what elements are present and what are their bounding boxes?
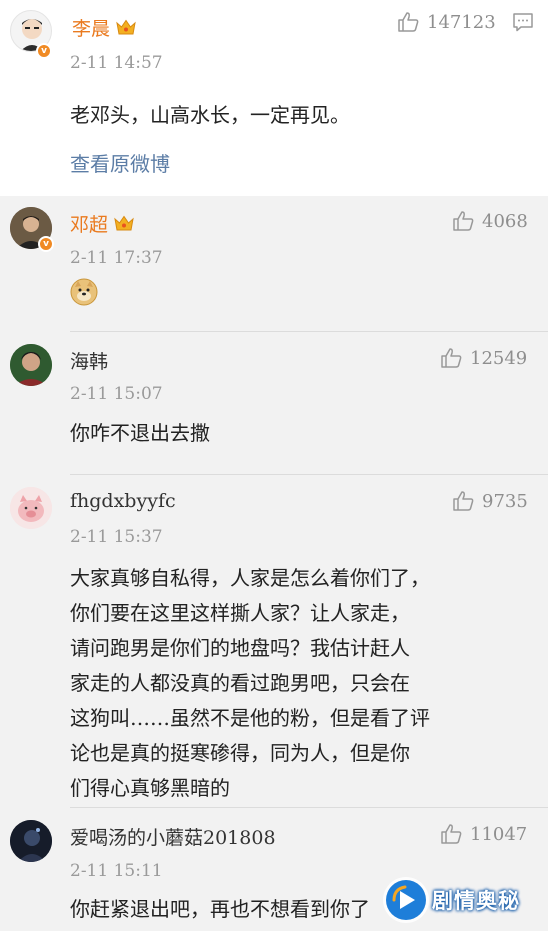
comment-like-button[interactable]: 4068 [452,209,528,233]
comment-like-button[interactable]: 11047 [440,822,527,846]
view-original-link[interactable]: 查看原微博 [70,148,170,177]
comment-author-name[interactable]: 邓超 [70,214,108,236]
comment-item: 海韩 2-11 15:07 12549 你咋不退出去撒 [0,332,548,475]
post-like-button[interactable]: 147123 [397,10,496,34]
post-content: 老邓头，山高水长，一定再见。 [70,103,350,127]
comment-like-button[interactable]: 12549 [440,346,527,370]
doge-emoji-icon [70,278,98,310]
avatar-mogu[interactable] [10,820,52,862]
comment-text-line: 你们要在这里这样撕人家？让人家走， [70,601,410,625]
comment-like-count: 4068 [482,210,528,232]
avatar-fhgdxbyyfc[interactable] [10,487,52,529]
comment-text-line: 你咋不退出去撒 [70,421,210,445]
thumbs-up-icon [397,11,419,33]
comment-icon[interactable] [512,12,534,36]
comment-time: 2-11 15:07 [70,384,163,404]
post-author[interactable]: 李晨 [72,14,136,41]
watermark-text: 剧情奥秘 [432,889,520,913]
original-post: v 李晨 2-11 14:57 147123 老邓头，山高水长，一定再见。 查看… [0,0,548,196]
comment-like-count: 12549 [470,347,528,369]
avatar-haihan[interactable] [10,344,52,386]
comment-text-line: 这狗叫……虽然不是他的粉，但是看了评 [70,706,430,730]
verified-badge-icon: v [38,236,54,252]
thumbs-up-icon [452,490,474,512]
post-like-count: 147123 [427,11,496,33]
comment-text-line: 论也是真的挺寒碜得，同为人，但是你 [70,741,410,765]
comment-author[interactable]: 邓超 [70,210,134,237]
comment-author-name[interactable]: 海韩 [70,347,108,374]
comment-like-count: 9735 [482,490,528,512]
comment-like-button[interactable]: 9735 [452,489,528,513]
comment-time: 2-11 17:37 [70,248,163,268]
comment-author-name[interactable]: fhgdxbyyfc [70,490,176,512]
watermark-logo-icon [386,880,426,920]
thumbs-up-icon [452,210,474,232]
comment-time: 2-11 15:11 [70,861,163,881]
comment-item: fhgdxbyyfc 2-11 15:37 9735 大家真够自私得，人家是怎么… [0,475,548,808]
comment-author-name[interactable]: 爱喝汤的小蘑菇201808 [70,823,276,850]
comment-text-line: 你赶紧退出吧，再也不想看到你了 [70,897,370,921]
comment-item: v 邓超 2-11 17:37 4068 [0,196,548,332]
crown-icon [114,215,134,237]
verified-badge-icon: v [36,43,52,59]
comment-time: 2-11 15:37 [70,527,163,547]
comment-text-line: 家走的人都没真的看过跑男吧，只会在 [70,671,410,695]
crown-icon [116,19,136,41]
thumbs-up-icon [440,347,462,369]
watermark: 剧情奥秘 [386,876,520,924]
comment-text-line: 大家真够自私得，人家是怎么着你们了， [70,566,430,590]
thumbs-up-icon [440,823,462,845]
comment-like-count: 11047 [470,823,528,845]
post-time: 2-11 14:57 [70,53,163,73]
comment-text-line: 请问跑男是你们的地盘吗？我估计赶人 [70,636,410,660]
post-author-name[interactable]: 李晨 [72,18,110,40]
comment-text-line: 们得心真够黑暗的 [70,776,230,800]
